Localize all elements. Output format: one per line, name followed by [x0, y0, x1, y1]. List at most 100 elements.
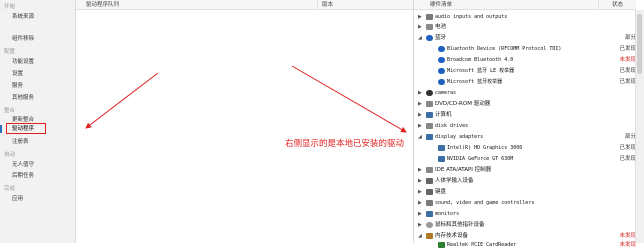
tree-row[interactable]: Microsoft 蓝牙枚举器 已发现 [414, 77, 636, 87]
tree-row[interactable]: ◢ display adapters 部分 [414, 132, 636, 142]
tree-row-label: 计算机 [435, 112, 452, 118]
status-text: 部分 [624, 134, 636, 140]
bluetooth-icon [438, 68, 445, 74]
tree-row-label: Microsoft 蓝牙 LE 枚举器 [447, 68, 515, 74]
computer-icon [426, 112, 433, 118]
tree-row-label: Bluetooth Device (RFCOMM Protocol TDI) [447, 46, 562, 52]
tree-row[interactable]: ▶ 计算机 [414, 110, 636, 120]
expand-arrow-icon[interactable]: ▶ [418, 211, 422, 217]
expand-arrow-icon[interactable]: ▶ [418, 112, 422, 118]
sidebar-item-post-tasks[interactable]: 后期任务 [12, 172, 34, 180]
expand-arrow-icon[interactable]: ▶ [418, 14, 422, 20]
hid-icon [426, 178, 433, 184]
hardware-column-header[interactable]: 硬件清单 [414, 0, 599, 10]
sidebar-item-other-services[interactable]: 其他服务 [12, 94, 34, 102]
status-text: 未发现 [619, 57, 636, 63]
tree-row-label: 蓝牙 [435, 35, 447, 41]
expand-arrow-icon[interactable]: ▶ [418, 222, 422, 228]
tree-row[interactable]: ▶ 鼠标和其他指针设备 [414, 220, 636, 230]
status-text: 已发现 [619, 79, 636, 85]
hardware-list-panel: 硬件清单 状态 ▶ audio inputs and outputs ▶ 电池 … [413, 0, 644, 248]
expand-arrow-icon[interactable]: ▶ [418, 167, 422, 173]
tree-row-label: audio inputs and outputs [435, 14, 508, 20]
sidebar-item-drivers[interactable]: 驱动程序 [0, 125, 34, 133]
mouse-icon [426, 222, 433, 228]
expand-arrow-icon[interactable]: ▶ [418, 200, 422, 206]
tree-row[interactable]: ▶ cameras [414, 88, 636, 98]
tree-row[interactable]: Bluetooth Device (RFCOMM Protocol TDI) 已… [414, 44, 636, 54]
sidebar-item-services[interactable]: 服务 [12, 82, 23, 90]
tree-row-label: disk drives [435, 123, 469, 129]
tree-row[interactable]: ▶ 人体学输入设备 [414, 176, 636, 186]
speaker-icon [426, 14, 433, 20]
version-column-header[interactable]: 版本 [318, 0, 413, 10]
sidebar-item-components[interactable]: 组件移除 [12, 35, 34, 43]
vertical-scrollbar[interactable] [635, 10, 644, 243]
app-window: 开始 系统来源 组件移除 配置 功能设置 设置 服务 其他服务 整合 更新整合 … [0, 0, 644, 248]
status-text: 部分 [624, 35, 636, 41]
tree-row[interactable]: ▶ DVD/CD-ROM 驱动器 [414, 99, 636, 109]
disk-icon [426, 123, 433, 129]
tree-row-label: 电池 [435, 24, 447, 30]
sidebar-item-apply[interactable]: 应用 [12, 195, 23, 203]
tree-row-label: Microsoft 蓝牙枚举器 [447, 79, 503, 85]
tree-row[interactable]: ▶ 电池 [414, 22, 636, 32]
controller-icon [426, 167, 433, 173]
tree-row-label: DVD/CD-ROM 驱动器 [435, 101, 491, 107]
driver-queue-column-header[interactable]: 驱动程序队列 [76, 0, 318, 10]
tree-row[interactable]: Broadcom Bluetooth 4.0 未发现 [414, 55, 636, 65]
tree-row[interactable]: ◢ 蓝牙 部分 [414, 33, 636, 43]
sidebar-item-features[interactable]: 功能设置 [12, 58, 34, 66]
tree-row-label: monitors [435, 211, 460, 217]
camera-icon [426, 90, 433, 96]
expand-arrow-icon[interactable]: ▶ [418, 101, 422, 107]
tree-row[interactable]: ▶ monitors [414, 209, 636, 219]
tree-row-label: sound, video and game controllers [435, 200, 535, 206]
keyboard-icon [426, 189, 433, 195]
sidebar-item-unattended[interactable]: 无人值守 [12, 161, 34, 169]
scrollbar-thumb[interactable] [637, 14, 642, 74]
collapse-arrow-icon[interactable]: ◢ [418, 233, 422, 239]
driver-queue-panel[interactable]: 驱动程序队列 版本 [76, 0, 413, 243]
tree-row[interactable]: ▶ disk drives [414, 121, 636, 131]
tree-row-label: IDE ATA/ATAPI 控制器 [435, 167, 492, 173]
expand-arrow-icon[interactable]: ▶ [418, 189, 422, 195]
display-adapter-icon [426, 134, 433, 140]
bluetooth-icon [438, 46, 445, 52]
tree-row-label: NVIDIA GeForce GT 630M [447, 156, 514, 162]
display-adapter-icon [438, 145, 445, 151]
sidebar-item-settings[interactable]: 设置 [12, 70, 23, 78]
status-column-header[interactable]: 状态 [599, 0, 636, 10]
monitor-icon [426, 211, 433, 217]
expand-arrow-icon[interactable]: ▶ [418, 24, 422, 30]
collapse-arrow-icon[interactable]: ◢ [418, 134, 422, 140]
tree-row-label: Broadcom Bluetooth 4.0 [447, 57, 514, 63]
sidebar-section-integrate: 整合 [4, 108, 16, 114]
status-text: 未发现 [619, 242, 636, 248]
battery-icon [426, 24, 433, 30]
sidebar-section-start: 开始 [4, 4, 16, 10]
tree-row-label: Realtek PCIE CardReader [447, 242, 517, 248]
sidebar-section-config: 配置 [4, 49, 16, 55]
tree-row[interactable]: ▶ sound, video and game controllers [414, 198, 636, 208]
tree-row[interactable]: Microsoft 蓝牙 LE 枚举器 已发现 [414, 66, 636, 76]
sidebar-item-updates[interactable]: 更新整合 [12, 116, 34, 124]
expand-arrow-icon[interactable]: ▶ [418, 90, 422, 96]
memory-device-icon [426, 233, 433, 239]
disc-drive-icon [426, 101, 433, 107]
tree-row-label: cameras [435, 90, 457, 96]
expand-arrow-icon[interactable]: ▶ [418, 123, 422, 129]
sound-icon [426, 200, 433, 206]
tree-row[interactable]: ▶ IDE ATA/ATAPI 控制器 [414, 165, 636, 175]
tree-row[interactable]: ▶ 键盘 [414, 187, 636, 197]
sidebar-section-finish: 完成 [4, 186, 16, 192]
expand-arrow-icon[interactable]: ▶ [418, 178, 422, 184]
sidebar-item-registry[interactable]: 注册表 [12, 138, 29, 146]
tree-row[interactable]: Intel(R) HD Graphics 3000 已发现 [414, 143, 636, 153]
tree-row[interactable]: NVIDIA GeForce GT 630M 已发现 [414, 154, 636, 164]
tree-row[interactable]: Realtek PCIE CardReader 未发现 [414, 240, 636, 250]
sidebar-item-source[interactable]: 系统来源 [12, 13, 34, 21]
status-text: 已发现 [619, 68, 636, 74]
collapse-arrow-icon[interactable]: ◢ [418, 35, 422, 41]
tree-row[interactable]: ▶ audio inputs and outputs [414, 12, 636, 22]
